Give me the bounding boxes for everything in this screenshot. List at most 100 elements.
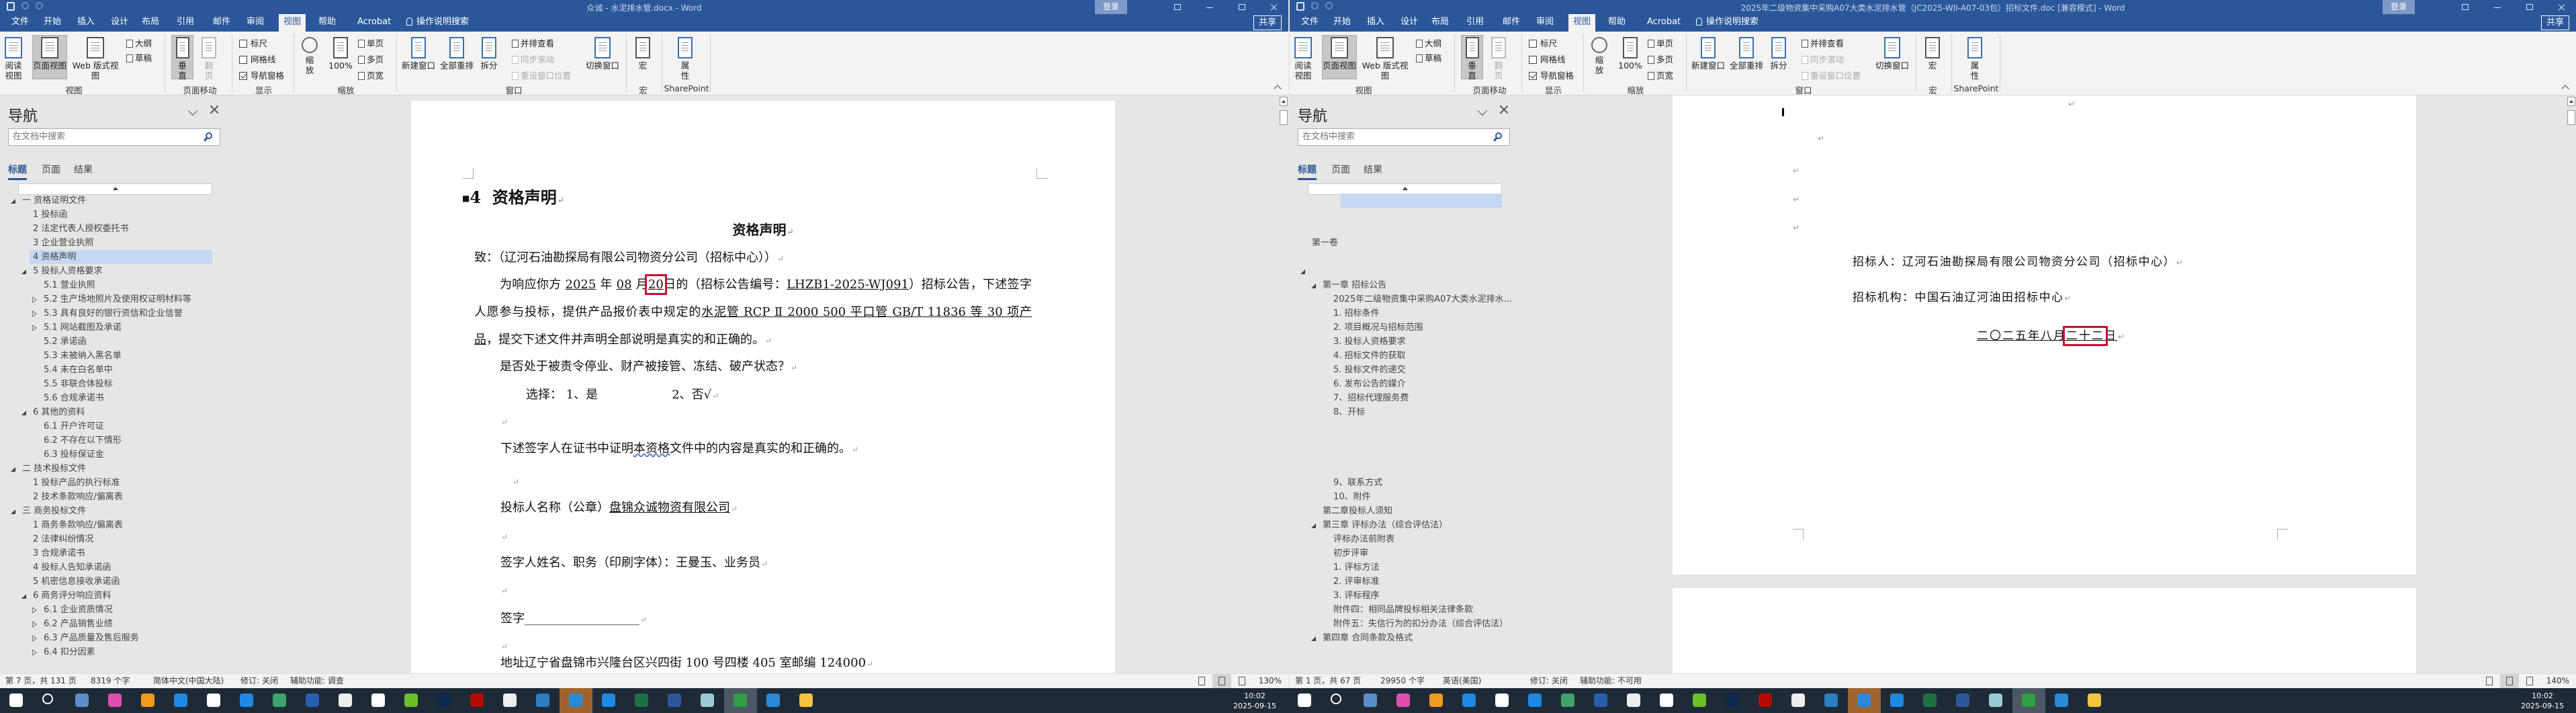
tab-6[interactable]: 邮件: [208, 14, 235, 32]
expanded-triangle-icon[interactable]: [1311, 636, 1316, 641]
camera-app-taskbar-button[interactable]: [1420, 688, 1453, 713]
ie-app-taskbar-button[interactable]: [296, 688, 329, 713]
nav-heading-item[interactable]: 4 投标人告知承诺函: [30, 560, 212, 575]
expanded-triangle-icon[interactable]: [1300, 269, 1305, 274]
document-app-taskbar-button[interactable]: [329, 688, 362, 713]
web-layout-view-button[interactable]: [1233, 674, 1251, 688]
read-mode-view-button[interactable]: [1192, 674, 1211, 688]
nav-heading-item[interactable]: 附件四：相同品牌投标相关法律条款: [1330, 603, 1502, 617]
nav-heading-item[interactable]: 1. 评标方法: [1330, 560, 1502, 575]
ruler-checkbox[interactable]: 标尺: [1529, 38, 1557, 49]
arrange-all-button[interactable]: 全部重排: [439, 36, 474, 71]
nav-heading-item[interactable]: 附件五：失信行为的扣分办法（综合评估法）: [1330, 617, 1508, 631]
tab-pages[interactable]: 页面: [42, 163, 60, 176]
search-document-input[interactable]: 在文档中搜索: [8, 128, 220, 146]
tab-0[interactable]: 文件: [7, 14, 34, 32]
gridlines-checkbox[interactable]: 网格线: [239, 54, 276, 65]
synchronous-scrolling-button[interactable]: 同步滚动: [512, 54, 554, 65]
nav-heading-item[interactable]: 1 投标函: [30, 208, 212, 222]
read-mode-button[interactable]: 阅读视图: [1, 36, 26, 81]
nav-heading-item[interactable]: 第三章 评标办法（综合评估法）: [1311, 518, 1502, 532]
share-button[interactable]: 共享: [2541, 15, 2569, 30]
properties-button[interactable]: 属性: [673, 36, 697, 81]
web-layout-button[interactable]: Web 版式视图: [1358, 36, 1412, 81]
system-clock[interactable]: 10:02 2025-09-15: [1233, 691, 1276, 711]
print-layout-view-button[interactable]: [1212, 674, 1231, 688]
tab-8[interactable]: 视图: [1568, 14, 1596, 32]
gridlines-checkbox[interactable]: 网格线: [1529, 54, 1566, 65]
minimize-button[interactable]: [2494, 7, 2501, 8]
one-page-button[interactable]: 单页: [358, 38, 384, 49]
expanded-triangle-icon[interactable]: [11, 199, 15, 204]
nav-heading-item[interactable]: 5.4 未在白名单中: [40, 363, 212, 377]
qq-taskbar-button[interactable]: [1782, 688, 1815, 713]
nav-heading-item[interactable]: 3 合规承诺书: [30, 546, 212, 560]
properties-button[interactable]: 属性: [1963, 36, 1987, 81]
browser-360-taskbar-button[interactable]: [230, 688, 263, 713]
collapse-ribbon-icon[interactable]: [1274, 85, 1282, 93]
page-width-button[interactable]: 页宽: [358, 71, 384, 81]
browser-360-taskbar-button[interactable]: [1519, 688, 1552, 713]
page-count[interactable]: 第 7 页，共 131 页: [5, 674, 77, 688]
expanded-triangle-icon[interactable]: [21, 269, 26, 274]
multiple-pages-button[interactable]: 多页: [1648, 54, 1673, 65]
tab-5[interactable]: 引用: [1462, 14, 1489, 32]
orange-active-app-taskbar-button[interactable]: [560, 688, 592, 713]
draft-button[interactable]: 草稿: [1416, 53, 1441, 64]
nav-heading-item[interactable]: 5.2 生产场地照片及使用权证明材料等: [32, 292, 212, 306]
split-button[interactable]: 拆分: [1768, 36, 1789, 71]
arrange-all-button[interactable]: 全部重排: [1729, 36, 1764, 71]
nav-heading-item[interactable]: 2 法定代表人授权委托书: [30, 222, 212, 236]
synchronous-scrolling-button[interactable]: 同步滚动: [1802, 54, 1844, 65]
acrobat-taskbar-button[interactable]: [1749, 688, 1782, 713]
nav-heading-item[interactable]: [1300, 264, 1502, 278]
tell-me-search[interactable]: 操作说明搜索: [1696, 14, 1759, 32]
reset-window-position-button[interactable]: 重设窗口位置: [512, 71, 571, 81]
nav-heading-item[interactable]: 2 技术条款响应/偏离表: [30, 490, 212, 504]
file-explorer-taskbar-button[interactable]: [2078, 688, 2111, 713]
green-app-taskbar-button[interactable]: [1683, 688, 1716, 713]
file-explorer-taskbar-button[interactable]: [790, 688, 823, 713]
ruler-checkbox[interactable]: 标尺: [239, 38, 267, 49]
accessibility-status[interactable]: 辅助功能: 不可用: [1580, 674, 1642, 688]
camera-app-taskbar-button[interactable]: [132, 688, 165, 713]
tab-10[interactable]: Acrobat: [1642, 14, 1685, 32]
nav-heading-item[interactable]: [1341, 208, 1502, 222]
collapsed-triangle-icon[interactable]: [32, 310, 37, 317]
collapse-ribbon-icon[interactable]: [2561, 85, 2569, 93]
read-mode-button[interactable]: 阅读视图: [1291, 36, 1315, 81]
nav-heading-item[interactable]: 4. 招标文件的获取: [1330, 349, 1502, 363]
document-app-taskbar-button[interactable]: [1617, 688, 1650, 713]
zoom-100-button[interactable]: 100%: [328, 36, 353, 71]
collapsed-triangle-icon[interactable]: [32, 325, 37, 331]
nav-heading-item[interactable]: 9、联系方式: [1330, 476, 1502, 490]
collapsed-triangle-icon[interactable]: [32, 607, 37, 614]
orange-active-app-taskbar-button[interactable]: [1848, 688, 1881, 713]
nav-heading-item[interactable]: 8、开标: [1330, 405, 1502, 419]
dots-app-taskbar-button[interactable]: [165, 688, 197, 713]
expanded-triangle-icon[interactable]: [11, 467, 15, 472]
tab-8[interactable]: 视图: [279, 14, 306, 32]
expanded-triangle-icon[interactable]: [1311, 284, 1316, 288]
nav-heading-item[interactable]: [1330, 419, 1502, 433]
glass-app-taskbar-button[interactable]: [1980, 688, 2012, 713]
tab-5[interactable]: 引用: [172, 14, 199, 32]
restore-button[interactable]: [1239, 4, 1245, 10]
navigation-pane-checkbox[interactable]: 导航窗格: [239, 71, 284, 81]
nav-heading-item[interactable]: 3. 投标人资格要求: [1330, 335, 1502, 349]
nav-heading-item[interactable]: 6 其他的资料: [21, 405, 212, 419]
acrobat-taskbar-button[interactable]: [461, 688, 494, 713]
nav-heading-item[interactable]: 6 商务评分响应资料: [21, 589, 212, 603]
print-layout-button[interactable]: 页面视图: [1322, 35, 1357, 79]
macros-button[interactable]: 宏: [1921, 36, 1944, 71]
nav-heading-item[interactable]: [1330, 433, 1502, 448]
tab-pages[interactable]: 页面: [1331, 163, 1350, 176]
ie-app-taskbar-button[interactable]: [1585, 688, 1617, 713]
tab-1[interactable]: 开始: [1329, 14, 1356, 32]
nav-heading-item[interactable]: 7、招标代理服务费: [1330, 391, 1502, 405]
nav-heading-item[interactable]: [1308, 250, 1502, 264]
tab-9[interactable]: 帮助: [1603, 14, 1630, 32]
search-document-input[interactable]: 在文档中搜索: [1298, 128, 1510, 146]
new-window-button[interactable]: 新建窗口: [1691, 36, 1725, 71]
scroll-up-arrow-icon[interactable]: [2567, 97, 2575, 106]
